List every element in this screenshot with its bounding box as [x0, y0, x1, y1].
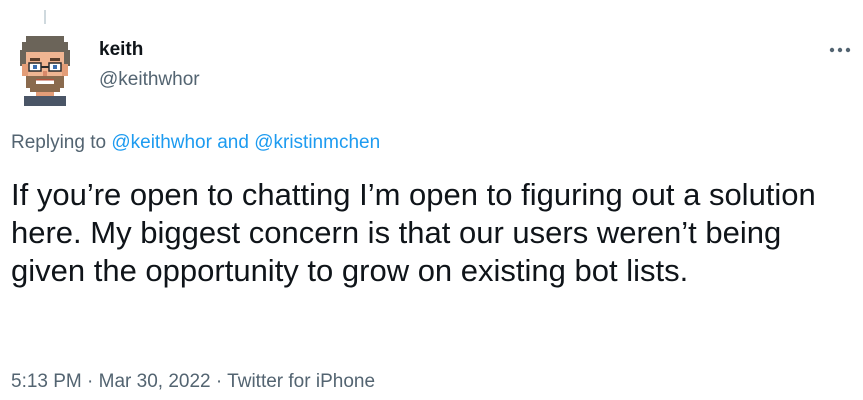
tweet-text: If you’re open to chatting I’m open to f…	[11, 177, 816, 288]
reply-context: Replying to @keithwhor and @kristinmchen	[11, 131, 380, 155]
reply-context-joiner[interactable]: and	[217, 132, 249, 153]
reply-mention-kristinmchen[interactable]: @kristinmchen	[254, 132, 380, 153]
more-options-button[interactable]	[825, 38, 855, 62]
author-block: keith @keithwhor	[99, 38, 200, 92]
pixel-avatar-icon	[20, 36, 70, 106]
author-display-name[interactable]: keith	[99, 38, 200, 62]
meta-separator: ·	[87, 371, 94, 392]
tweet-metadata: 5:13 PM · Mar 30, 2022 · Twitter for iPh…	[11, 370, 375, 394]
more-horizontal-icon	[829, 47, 851, 53]
author-handle[interactable]: @keithwhor	[99, 68, 200, 92]
meta-separator: ·	[215, 371, 223, 392]
reply-context-prefix: Replying to	[11, 132, 107, 153]
avatar[interactable]	[14, 30, 76, 106]
tweet-source[interactable]: Twitter for iPhone	[227, 371, 375, 392]
tweet-date[interactable]: Mar 30, 2022	[99, 371, 211, 392]
thread-connector-line	[44, 10, 46, 24]
reply-mention-keithwhor[interactable]: @keithwhor	[111, 132, 212, 153]
tweet-time[interactable]: 5:13 PM	[11, 371, 82, 392]
